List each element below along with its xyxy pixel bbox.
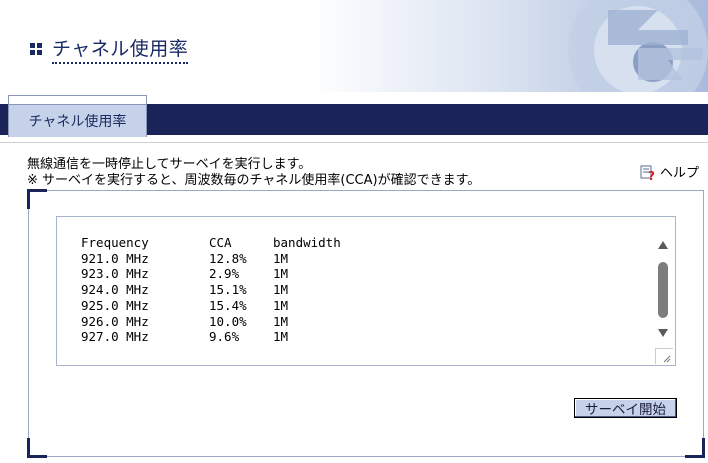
results-header-row: Frequency CCA bandwidth: [81, 235, 363, 251]
cell-frequency: 923.0 MHz: [81, 266, 149, 282]
header-banner: チャネル使用率: [0, 0, 708, 92]
column-header-bandwidth: bandwidth: [273, 235, 341, 250]
frame-corner: [685, 438, 705, 458]
scrollbar-thumb[interactable]: [658, 262, 668, 318]
cell-cca: 9.6%: [209, 329, 240, 345]
results-table: Frequency CCA bandwidth 921.0 MHz 12.8% …: [81, 235, 363, 345]
results-row: 921.0 MHz 12.8% 1M: [81, 251, 363, 267]
cell-frequency: 927.0 MHz: [81, 329, 149, 345]
help-label: ヘルプ: [660, 166, 700, 181]
frame-corner: [27, 438, 47, 458]
title-block: チャネル使用率: [30, 34, 189, 64]
survey-start-button[interactable]: サーベイ開始: [574, 398, 677, 418]
cell-bandwidth: 1M: [273, 329, 289, 345]
column-header-cca: CCA: [209, 235, 232, 250]
column-header-frequency: Frequency: [81, 235, 149, 250]
cell-frequency: 924.0 MHz: [81, 282, 149, 298]
cell-cca: 10.0%: [209, 313, 247, 329]
cell-frequency: 925.0 MHz: [81, 297, 149, 313]
help-link[interactable]: ? ヘルプ: [640, 162, 700, 183]
cell-frequency: 926.0 MHz: [81, 313, 149, 329]
description: 無線通信を一時停止してサーベイを実行します。 ※ サーベイを実行すると、周波数毎…: [27, 157, 480, 189]
cell-bandwidth: 1M: [273, 297, 289, 313]
scroll-up-arrow-icon[interactable]: [658, 241, 668, 249]
survey-results-textarea[interactable]: Frequency CCA bandwidth 921.0 MHz 12.8% …: [56, 216, 676, 366]
description-line-1: 無線通信を一時停止してサーベイを実行します。: [27, 157, 312, 172]
cell-cca: 2.9%: [209, 266, 240, 282]
scroll-down-arrow-icon[interactable]: [658, 329, 668, 337]
svg-text:?: ?: [648, 169, 655, 180]
results-row: 927.0 MHz 9.6% 1M: [81, 329, 363, 345]
cell-frequency: 921.0 MHz: [81, 250, 149, 266]
tab-channel-usage[interactable]: チャネル使用率: [8, 95, 147, 137]
resize-grip-icon[interactable]: [655, 348, 673, 364]
page-title: チャネル使用率: [52, 34, 189, 64]
description-line-2: ※ サーベイを実行すると、周波数毎のチャネル使用率(CCA)が確認できます。: [27, 173, 481, 188]
results-row: 923.0 MHz 2.9% 1M: [81, 266, 363, 282]
cell-bandwidth: 1M: [273, 282, 289, 298]
help-question-icon: ?: [640, 164, 656, 183]
grid-squares-icon: [30, 43, 42, 55]
tab-label: チャネル使用率: [28, 113, 127, 130]
cell-cca: 12.8%: [209, 250, 247, 266]
frame-corner: [27, 189, 47, 209]
cell-bandwidth: 1M: [273, 266, 289, 282]
results-row: 924.0 MHz 15.1% 1M: [81, 282, 363, 298]
results-row: 926.0 MHz 10.0% 1M: [81, 314, 363, 330]
divider: [0, 142, 708, 143]
cell-bandwidth: 1M: [273, 250, 289, 266]
cell-cca: 15.1%: [209, 282, 247, 298]
cell-cca: 15.4%: [209, 297, 247, 313]
header-decoration: [308, 0, 708, 92]
results-row: 925.0 MHz 15.4% 1M: [81, 298, 363, 314]
cell-bandwidth: 1M: [273, 313, 289, 329]
